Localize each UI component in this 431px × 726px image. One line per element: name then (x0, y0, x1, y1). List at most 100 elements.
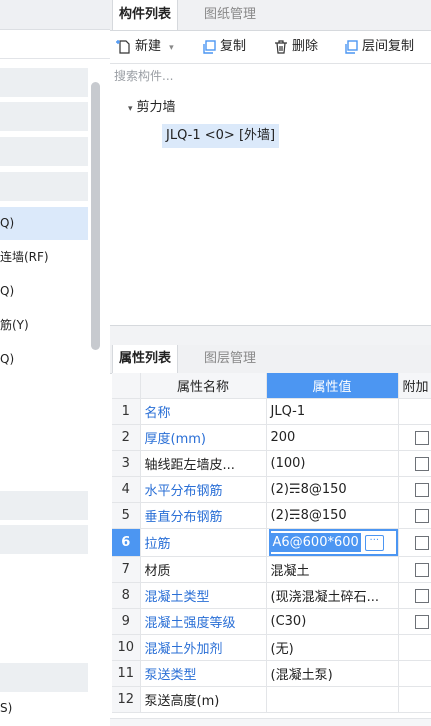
extra-header: 附加 (398, 373, 431, 399)
property-name[interactable]: 厚度(mm) (140, 424, 267, 451)
property-name: 泵送高度(m) (140, 686, 267, 713)
table-row[interactable]: 9 混凝土强度等级 (C30) (112, 608, 431, 635)
tab-layer-management[interactable]: 图层管理 (198, 345, 262, 373)
property-name[interactable]: 水平分布钢筋 (140, 476, 267, 503)
property-value[interactable]: JLQ-1 (266, 398, 399, 425)
copy-button[interactable]: 复制 (201, 31, 246, 63)
tab-property-list[interactable]: 属性列表 (112, 345, 179, 373)
property-value[interactable]: 混凝土 (266, 556, 399, 583)
chevron-down-icon[interactable]: ▾ (128, 104, 133, 114)
search-input[interactable] (110, 64, 416, 88)
property-name: 轴线距左墙皮... (140, 450, 267, 477)
left-list-item-label: Q) (0, 216, 15, 230)
left-category-block[interactable] (0, 172, 88, 201)
table-row[interactable]: 11 泵送类型 (混凝土泵) (112, 660, 431, 687)
property-name[interactable]: 拉筋 (140, 528, 267, 557)
property-value[interactable]: (无) (266, 634, 399, 661)
left-category-block[interactable] (0, 491, 88, 520)
extra-checkbox[interactable] (414, 482, 429, 497)
panel-splitter[interactable] (110, 325, 431, 346)
left-category-block[interactable] (0, 137, 88, 166)
table-row[interactable]: 7 材质 混凝土 (112, 556, 431, 583)
left-list-item[interactable]: Q) (0, 207, 88, 240)
tab-component-list[interactable]: 构件列表 (112, 0, 179, 30)
left-list-item[interactable]: 连墙(RF) (0, 241, 88, 274)
left-panel: Q) 连墙(RF) Q) 筋(Y) Q) S) (0, 0, 110, 725)
property-name[interactable]: 名称 (140, 398, 267, 425)
row-number-header (112, 373, 141, 399)
left-list-item[interactable]: 筋(Y) (0, 309, 88, 342)
extra-checkbox[interactable] (414, 562, 429, 577)
row-number: 8 (112, 582, 141, 609)
property-name[interactable]: 垂直分布钢筋 (140, 502, 267, 529)
table-row[interactable]: 5 垂直分布钢筋 (2)☴8@150 (112, 502, 431, 529)
left-category-block[interactable] (0, 525, 88, 554)
property-name[interactable]: 混凝土类型 (140, 582, 267, 609)
property-value-header: 属性值 (266, 373, 399, 399)
property-value[interactable]: (100) (266, 450, 399, 477)
extra-cell (398, 424, 431, 451)
property-value[interactable]: (C30) (266, 608, 399, 635)
tree-item[interactable]: JLQ-1 <0> [外墙] (162, 124, 280, 148)
left-list-item-label: S) (0, 701, 13, 715)
property-tabbar: 属性列表 图层管理 (110, 345, 431, 374)
row-number: 7 (112, 556, 141, 583)
property-value-editor[interactable]: A6@600*600 ··· (268, 529, 397, 556)
extra-cell (398, 660, 431, 687)
extra-checkbox[interactable] (414, 456, 429, 471)
property-table: 属性名称 属性值 附加 1 名称 JLQ-1 2 厚度(mm) 200 3 轴线距左墙皮...… (112, 373, 431, 713)
property-value[interactable]: (现浇混凝土碎石... (266, 582, 399, 609)
table-row[interactable]: 3 轴线距左墙皮... (100) (112, 450, 431, 477)
table-row[interactable]: 8 混凝土类型 (现浇混凝土碎石... (112, 582, 431, 609)
left-scrollbar[interactable] (91, 82, 100, 350)
left-list-item[interactable]: S) (0, 692, 88, 725)
floor-copy-button[interactable]: 层间复制 (343, 31, 414, 63)
property-name[interactable]: 混凝土外加剂 (140, 634, 267, 661)
property-value[interactable] (266, 686, 399, 713)
extra-checkbox[interactable] (414, 508, 429, 523)
extra-checkbox[interactable] (414, 588, 429, 603)
property-name[interactable]: 混凝土强度等级 (140, 608, 267, 635)
ellipsis-icon[interactable]: ··· (364, 534, 384, 551)
row-number: 3 (112, 450, 141, 477)
extra-checkbox[interactable] (414, 614, 429, 629)
new-button[interactable]: 新建 ▾ (116, 31, 174, 63)
floor-copy-icon (345, 39, 358, 54)
left-category-block[interactable] (0, 663, 88, 692)
table-row[interactable]: 1 名称 JLQ-1 (112, 398, 431, 425)
table-row[interactable]: 12 泵送高度(m) (112, 686, 431, 713)
left-category-block[interactable] (0, 102, 88, 131)
property-value[interactable]: (2)☴8@150 (266, 502, 399, 529)
chevron-down-icon[interactable]: ▾ (169, 43, 174, 53)
property-name[interactable]: 泵送类型 (140, 660, 267, 687)
table-row[interactable]: 10 混凝土外加剂 (无) (112, 634, 431, 661)
tree-group-shear-wall[interactable]: ▾ 剪力墙 (128, 96, 176, 115)
property-value[interactable]: A6@600*600 ··· (266, 528, 399, 557)
left-list-item-label: Q) (0, 284, 15, 298)
property-value[interactable]: (混凝土泵) (266, 660, 399, 687)
left-list-item[interactable]: Q) (0, 275, 88, 308)
tab-drawing-management[interactable]: 图纸管理 (198, 0, 262, 30)
property-name: 材质 (140, 556, 267, 583)
property-value[interactable]: 200 (266, 424, 399, 451)
table-row[interactable]: 6 拉筋 A6@600*600 ··· (112, 528, 431, 557)
extra-checkbox[interactable] (414, 535, 429, 550)
extra-cell (398, 398, 431, 425)
delete-button-label: 删除 (292, 39, 319, 54)
extra-cell (398, 608, 431, 635)
property-value-text[interactable]: A6@600*600 (270, 533, 361, 552)
property-value[interactable]: (2)☴8@150 (266, 476, 399, 503)
table-row[interactable]: 4 水平分布钢筋 (2)☴8@150 (112, 476, 431, 503)
left-list-item[interactable]: Q) (0, 343, 88, 376)
row-number: 10 (112, 634, 141, 661)
extra-checkbox[interactable] (414, 430, 429, 445)
table-row[interactable]: 2 厚度(mm) 200 (112, 424, 431, 451)
row-number: 11 (112, 660, 141, 687)
left-category-block[interactable] (0, 68, 88, 97)
component-tabbar: 构件列表 图纸管理 (110, 0, 431, 31)
component-tree: ▾ 剪力墙 JLQ-1 <0> [外墙] (110, 88, 431, 323)
property-name-header: 属性名称 (140, 373, 267, 399)
delete-button[interactable]: 删除 (273, 31, 318, 63)
new-button-label: 新建 (135, 39, 162, 54)
row-number: 9 (112, 608, 141, 635)
